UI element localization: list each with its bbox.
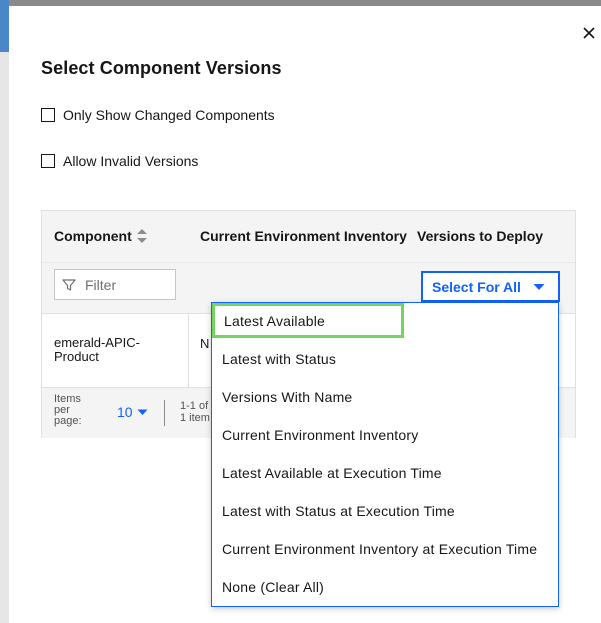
menu-item-current-environment-inventory[interactable]: Current Environment Inventory <box>213 417 557 452</box>
pagination-divider <box>164 400 165 426</box>
close-button[interactable] <box>578 22 600 44</box>
column-header-component[interactable]: Component <box>54 228 132 244</box>
close-icon <box>583 27 595 39</box>
background-accent <box>0 0 9 52</box>
menu-item-latest-available[interactable]: Latest Available <box>212 303 404 338</box>
background-panel <box>0 0 9 623</box>
filter-icon <box>62 278 76 291</box>
only-changed-label: Only Show Changed Components <box>63 107 275 123</box>
column-header-versions-to-deploy: Versions to Deploy <box>417 228 544 244</box>
menu-item-current-environment-inventory-at-execution[interactable]: Current Environment Inventory at Executi… <box>213 531 557 566</box>
only-changed-checkbox[interactable] <box>41 108 55 122</box>
menu-item-latest-with-status-at-execution[interactable]: Latest with Status at Execution Time <box>213 493 557 528</box>
allow-invalid-checkbox[interactable] <box>41 154 55 168</box>
items-per-page-label: Items per page: <box>54 393 82 427</box>
page-size-select[interactable]: 10 <box>117 404 148 420</box>
component-name-cell: emerald-APIC-Product <box>54 335 140 364</box>
select-for-all-dropdown[interactable]: Select For All <box>421 271 560 302</box>
filter-input[interactable] <box>85 276 165 293</box>
chevron-down-icon <box>137 409 148 415</box>
select-for-all-label: Select For All <box>432 278 521 295</box>
caret-down-icon <box>533 283 545 290</box>
menu-item-none-clear-all[interactable]: None (Clear All) <box>213 569 557 604</box>
sort-icon[interactable] <box>136 227 148 245</box>
allow-invalid-option[interactable]: Allow Invalid Versions <box>41 153 198 169</box>
cell-divider <box>188 314 189 388</box>
allow-invalid-label: Allow Invalid Versions <box>63 153 199 169</box>
column-header-current-environment: Current Environment Inventory <box>200 228 407 244</box>
pagination-range: 1-1 of 1 item <box>180 400 210 424</box>
current-environment-cell: N <box>200 336 210 351</box>
pagination-range-line2: 1 item <box>180 412 210 424</box>
modal-title: Select Component Versions <box>41 58 282 78</box>
page-size-value: 10 <box>117 404 133 420</box>
filter-field[interactable] <box>54 269 176 300</box>
menu-item-latest-available-at-execution[interactable]: Latest Available at Execution Time <box>213 455 557 490</box>
pagination-range-line1: 1-1 of <box>180 400 209 412</box>
menu-item-versions-with-name[interactable]: Versions With Name <box>213 379 557 414</box>
table-header: Component Current Environment Inventory … <box>42 211 575 262</box>
only-changed-option[interactable]: Only Show Changed Components <box>41 107 275 123</box>
menu-item-latest-with-status[interactable]: Latest with Status <box>213 341 557 376</box>
select-for-all-menu: Latest Available Latest with Status Vers… <box>211 302 559 607</box>
